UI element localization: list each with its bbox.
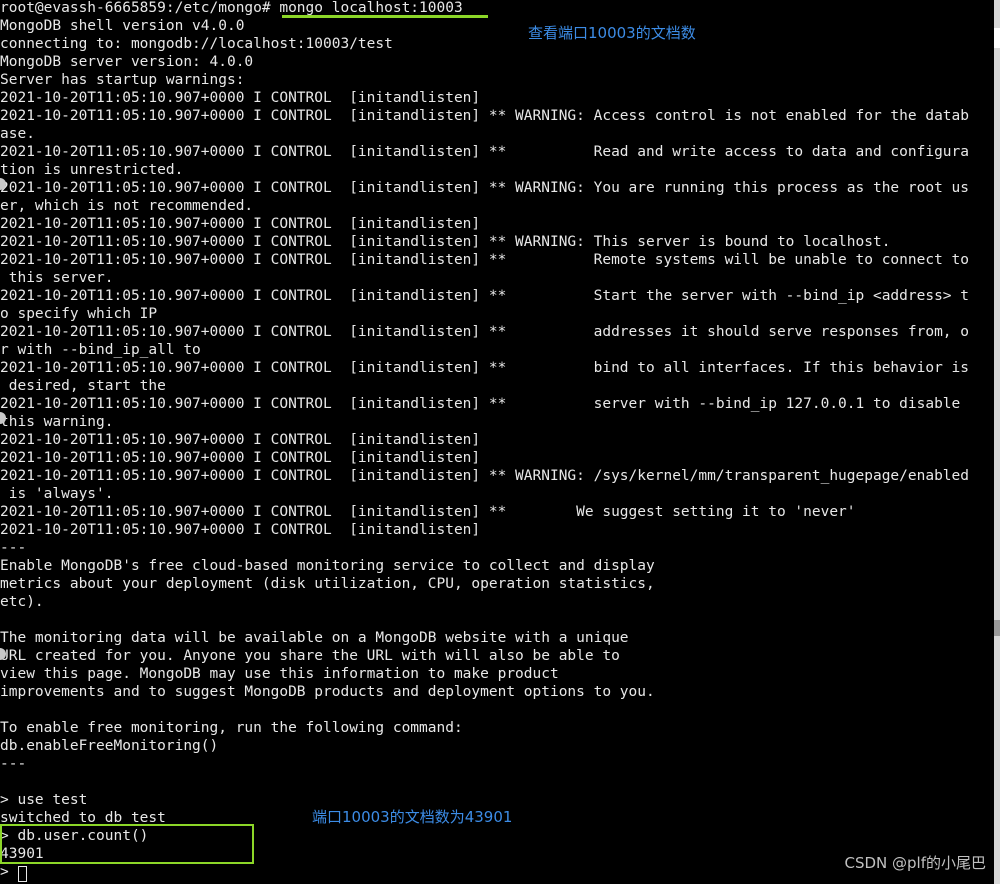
terminal-line: connecting to: mongodb://localhost:10003…	[0, 36, 393, 52]
terminal-line: 2021-10-20T11:05:10.907+0000 I CONTROL […	[0, 288, 970, 304]
terminal-window[interactable]: root@evassh-6665859:/etc/mongo# mongo lo…	[0, 0, 994, 884]
scrollbar-thumb[interactable]	[994, 620, 1000, 636]
terminal-line: 2021-10-20T11:05:10.907+0000 I CONTROL […	[0, 252, 970, 268]
terminal-line: MongoDB shell version v4.0.0	[0, 18, 245, 34]
scrollbar-top-segment	[994, 28, 1000, 48]
terminal-line: > use test	[0, 792, 88, 808]
terminal-line: To enable free monitoring, run the follo…	[0, 720, 463, 736]
terminal-line: 2021-10-20T11:05:10.907+0000 I CONTROL […	[0, 468, 970, 484]
terminal-line: 2021-10-20T11:05:10.907+0000 I CONTROL […	[0, 522, 481, 538]
terminal-line: this warning.	[0, 414, 114, 430]
terminal-line: 2021-10-20T11:05:10.907+0000 I CONTROL […	[0, 396, 961, 412]
terminal-line: ---	[0, 540, 27, 556]
terminal-line: 2021-10-20T11:05:10.907+0000 I CONTROL […	[0, 450, 481, 466]
bottom-annotation-note: 端口10003的文档数为43901	[312, 808, 513, 826]
terminal-line: 2021-10-20T11:05:10.907+0000 I CONTROL […	[0, 234, 891, 250]
terminal-line: db.enableFreeMonitoring()	[0, 738, 219, 754]
terminal-cursor	[18, 866, 27, 882]
terminal-line: 2021-10-20T11:05:10.907+0000 I CONTROL […	[0, 108, 970, 124]
terminal-line: 2021-10-20T11:05:10.907+0000 I CONTROL […	[0, 90, 481, 106]
terminal-line: 2021-10-20T11:05:10.907+0000 I CONTROL […	[0, 504, 856, 520]
terminal-line: ase.	[0, 126, 35, 142]
top-annotation-note: 查看端口10003的文档数	[528, 24, 696, 42]
terminal-line: URL created for you. Anyone you share th…	[0, 648, 620, 664]
terminal-line: The monitoring data will be available on…	[0, 630, 629, 646]
terminal-line: is 'always'.	[0, 486, 114, 502]
terminal-line: 2021-10-20T11:05:10.907+0000 I CONTROL […	[0, 180, 970, 196]
command-underline-annotation	[282, 15, 488, 18]
terminal-line: 2021-10-20T11:05:10.907+0000 I CONTROL […	[0, 216, 481, 232]
terminal-line: desired, start the	[0, 378, 166, 394]
watermark: CSDN @plf的小尾巴	[844, 854, 986, 872]
terminal-line: ---	[0, 756, 27, 772]
terminal-line: Enable MongoDB's free cloud-based monito…	[0, 558, 655, 574]
terminal-line: Server has startup warnings:	[0, 72, 245, 88]
terminal-line: this server.	[0, 270, 114, 286]
terminal-line: 2021-10-20T11:05:10.907+0000 I CONTROL […	[0, 432, 481, 448]
terminal-line: r with --bind_ip_all to	[0, 342, 201, 358]
terminal-line: o specify which IP	[0, 306, 158, 322]
terminal-line: improvements and to suggest MongoDB prod…	[0, 684, 655, 700]
terminal-line: view this page. MongoDB may use this inf…	[0, 666, 559, 682]
terminal-line: MongoDB server version: 4.0.0	[0, 54, 254, 70]
result-box-annotation	[0, 824, 254, 864]
terminal-line: tion is unrestricted.	[0, 162, 184, 178]
terminal-line: 2021-10-20T11:05:10.907+0000 I CONTROL […	[0, 360, 970, 376]
terminal-scrollbar[interactable]	[994, 0, 1000, 884]
terminal-line: etc).	[0, 594, 44, 610]
terminal-line: metrics about your deployment (disk util…	[0, 576, 655, 592]
terminal-line: >	[0, 864, 18, 880]
terminal-line: 2021-10-20T11:05:10.907+0000 I CONTROL […	[0, 324, 970, 340]
terminal-line: er, which is not recommended.	[0, 198, 254, 214]
terminal-line: 2021-10-20T11:05:10.907+0000 I CONTROL […	[0, 144, 970, 160]
